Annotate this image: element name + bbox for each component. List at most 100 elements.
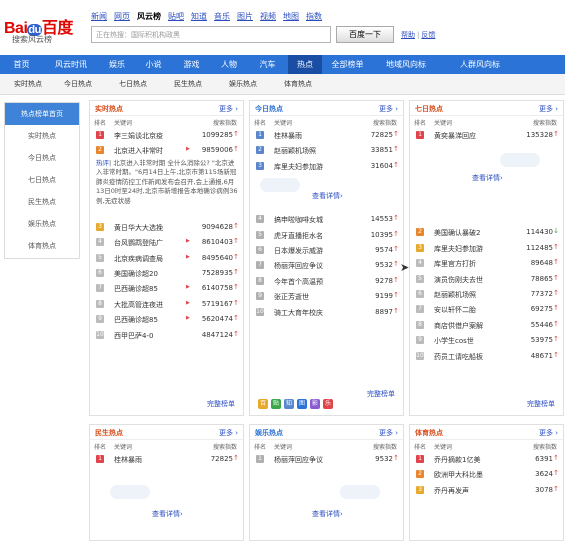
keyword-link[interactable]: 搞申啦咖啡女城 [274,215,358,225]
main-nav-item[interactable]: 风云时讯 [43,55,99,74]
keyword-link[interactable]: 西甲巴萨4-0 [114,331,198,341]
keyword-link[interactable]: 乔丹再发声 [434,486,518,496]
product-nav-9[interactable]: 地图 [283,11,299,22]
product-nav-8[interactable]: 视频 [260,11,276,22]
table-row[interactable]: 2 赵丽颖机场照 33851 ↑ [250,143,403,158]
detail-link[interactable]: 查看详情› [312,191,343,201]
table-row[interactable]: 4 库里官方打折 89648 ↑ [410,256,563,271]
table-row[interactable]: 8 商店供借户案解 55446 ↑ [410,318,563,333]
table-row[interactable]: 4 搞申啦咖啡女城 14553 ↑ [250,212,403,227]
keyword-link[interactable]: 黄日华大大选挽 [114,223,198,233]
more-link[interactable]: 更多 › [539,428,558,438]
table-row[interactable]: 2 美国确认暴破2 114430 ↓ [410,225,563,240]
main-nav-item[interactable]: 人群风向标 [439,55,521,74]
main-nav-item[interactable]: 小说 [135,55,172,74]
more-link[interactable]: 更多 › [379,428,398,438]
table-row[interactable]: 2 北京进入非常时 ▶ 9859006 ↑ [90,143,243,158]
table-row[interactable]: 1 李三娟谈北京疫 1099285 ↑ [90,128,243,143]
table-row[interactable]: 1 桂林暴雨 72825 ↑ [90,452,243,467]
detail-link[interactable]: 查看详情› [472,173,503,183]
product-nav-5[interactable]: 知道 [191,11,207,22]
sub-nav-item[interactable]: 民生热点 [174,74,229,94]
sub-nav-item[interactable]: 娱乐热点 [229,74,284,94]
keyword-link[interactable]: 欧洲甲大科比墨 [434,470,518,480]
keyword-link[interactable]: 小学生cos世 [434,336,518,346]
baidu-logo[interactable]: Baidu百度 搜索风云榜 [4,10,74,46]
table-row[interactable]: 1 黄奕暴涕回应 135328 ↑ [410,128,563,143]
keyword-link[interactable]: 库里夫妇参加游 [434,244,518,254]
sidebar-item[interactable]: 七日热点 [5,169,79,191]
keyword-link[interactable]: 赵丽颖机场照 [274,146,358,156]
table-row[interactable]: 1 桂林暴雨 72825 ↑ [250,128,403,143]
keyword-link[interactable]: 骑工大育年校庆 [274,308,358,318]
table-row[interactable]: 1 乔丹摘款1亿美 6391 ↑ [410,452,563,467]
product-nav-6[interactable]: 音乐 [214,11,230,22]
table-row[interactable]: 10 西甲巴萨4-0 4847124 ↑ [90,328,243,343]
table-row[interactable]: 9 张正芳逝世 9199 ↑ [250,289,403,304]
table-row[interactable]: 8 大批高管连夜进 ▶ 5719167 ↑ [90,297,243,312]
main-nav-item[interactable]: 地域风向标 [373,55,439,74]
table-row[interactable]: 6 日本爆发示威游 9574 ↑ [250,243,403,258]
hot-comment-link[interactable]: 热评 [96,159,109,167]
sidebar-item[interactable]: 体育热点 [5,235,79,257]
table-row[interactable]: 9 巴西确诊超85 ▶ 5620474 ↑ [90,312,243,327]
keyword-link[interactable]: 商店供借户案解 [434,321,518,331]
complete-list-link[interactable]: 完整榜单 [367,389,395,399]
search-button[interactable]: 百度一下 [336,26,394,43]
table-row[interactable]: 3 库里夫妇参加游 31604 ↑ [250,159,403,174]
keyword-link[interactable]: 美国确认暴破2 [434,228,518,238]
keyword-link[interactable]: 桂林暴雨 [274,131,358,141]
sidebar-item[interactable]: 今日热点 [5,147,79,169]
search-input[interactable]: 正在热搜：国际积机构政黑 [91,26,331,43]
keyword-link[interactable]: 美国确诊超20 [114,269,198,279]
sub-nav-item[interactable]: 七日热点 [119,74,174,94]
detail-link[interactable]: 查看详情› [312,509,343,519]
table-row[interactable]: 8 今年首个高温预 9278 ↑ [250,274,403,289]
keyword-link[interactable]: 库里夫妇参加游 [274,162,358,172]
detail-link[interactable]: 查看详情› [152,509,183,519]
sub-nav-item[interactable]: 实时热点 [14,74,64,94]
keyword-link[interactable]: 安以轩怀二胎 [434,305,518,315]
table-row[interactable]: 7 巴西确诊超85 ▶ 6140758 ↑ [90,281,243,296]
product-nav-1[interactable]: 新闻 [91,11,107,22]
product-nav-7[interactable]: 图片 [237,11,253,22]
product-icon[interactable]: 图 [297,399,307,409]
product-icon[interactable]: 乐 [323,399,333,409]
table-row[interactable]: 5 北京疾病调查局 ▶ 8495640 ↑ [90,251,243,266]
keyword-link[interactable]: 杨丽萍回应争议 [274,455,358,465]
table-row[interactable]: 6 赵丽颖机场照 77372 ↑ [410,287,563,302]
sidebar-item[interactable]: 娱乐热点 [5,213,79,235]
sidebar-item[interactable]: 热点榜单首页 [5,103,79,125]
sub-nav-item[interactable]: 今日热点 [64,74,119,94]
table-row[interactable]: 7 安以轩怀二胎 69275 ↑ [410,302,563,317]
product-nav-4[interactable]: 贴吧 [168,11,184,22]
table-row[interactable]: 10 药员工请吃船板 48671 ↑ [410,349,563,364]
main-nav-item[interactable]: 全部榜单 [322,55,373,74]
main-nav-item[interactable]: 热点 [288,55,322,74]
main-nav-item[interactable]: 游戏 [172,55,211,74]
main-nav-item[interactable]: 汽车 [247,55,288,74]
keyword-link[interactable]: 乔丹摘款1亿美 [434,455,518,465]
sidebar-item[interactable]: 民生热点 [5,191,79,213]
more-link[interactable]: 更多 › [219,104,238,114]
main-nav-item[interactable]: 娱乐 [99,55,135,74]
table-row[interactable]: 7 杨丽萍回应争议 9532 ↑ [250,258,403,273]
more-link[interactable]: 更多 › [219,428,238,438]
keyword-link[interactable]: 桂林暴雨 [114,455,198,465]
product-nav-2[interactable]: 网页 [114,11,130,22]
more-link[interactable]: 更多 › [539,104,558,114]
complete-list-link[interactable]: 完整榜单 [527,399,555,409]
table-row[interactable]: 5 虎牙直播拒水名 10395 ↑ [250,228,403,243]
table-row[interactable]: 9 小学生cos世 53975 ↑ [410,333,563,348]
table-row[interactable]: 3 黄日华大大选挽 9094628 ↑ [90,220,243,235]
table-row[interactable]: 5 演员伤刚夫去世 78865 ↑ [410,272,563,287]
keyword-link[interactable]: 李三娟谈北京疫 [114,131,198,141]
table-row[interactable]: 3 库里夫妇参加游 112485 ↑ [410,241,563,256]
keyword-link[interactable]: 赵丽颖机场照 [434,290,518,300]
table-row[interactable]: 6 美国确诊超20 7528935 ↑ [90,266,243,281]
keyword-link[interactable]: 药员工请吃船板 [434,352,518,362]
keyword-link[interactable]: 黄奕暴涕回应 [434,131,518,141]
table-row[interactable]: 3 乔丹再发声 3078 ↑ [410,483,563,498]
sidebar-item[interactable]: 实时热点 [5,125,79,147]
table-row[interactable]: 10 骑工大育年校庆 8897 ↑ [250,305,403,320]
